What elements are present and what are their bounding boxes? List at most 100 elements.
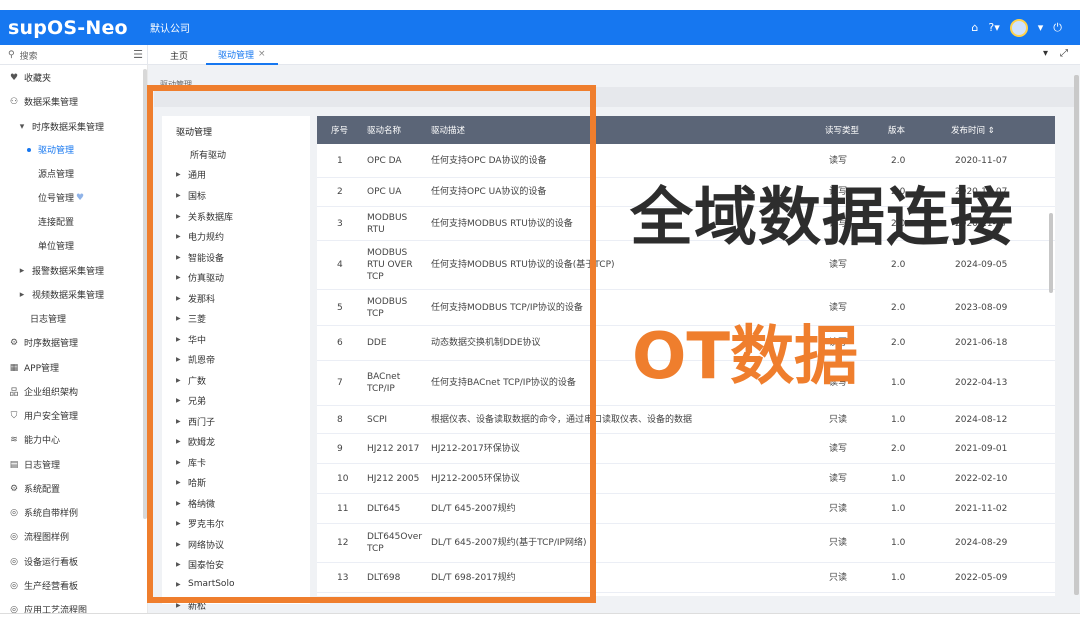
table-row[interactable]: 11 DLT645 DL/T 645-2007规约 只读 1.0 2021-11-02 [317, 494, 1055, 524]
tree-item[interactable]: ▶ 通用 [176, 168, 206, 181]
tree-item[interactable]: ▶ 西门子 [176, 415, 215, 428]
cell-name: DLT698 [367, 572, 401, 583]
tab-home[interactable]: 主页 [168, 45, 190, 65]
tab-label: 主页 [170, 51, 189, 62]
table-row[interactable]: 13 DLT698 DL/T 698-2017规约 只读 1.0 2022-05-09 [317, 563, 1055, 593]
table-scrollbar[interactable] [1049, 213, 1053, 293]
table-row[interactable]: 9 HJ212 2017 HJ212-2017环保协议 读写 2.0 2021-09-01 [317, 434, 1055, 464]
sidebar-item-favorites[interactable]: ♥ 收藏夹 [8, 71, 51, 85]
cell-version: 1.0 [891, 473, 906, 484]
menu-search[interactable]: ⚲ 搜索 ☰ [0, 45, 148, 65]
col-release-date[interactable]: 发布时间 ⇕ [951, 116, 995, 144]
caret-down-icon: ▾ [19, 121, 25, 132]
tab-driver-management[interactable]: 驱动管理 × [206, 45, 278, 65]
sidebar-item-driver-management[interactable]: 驱动管理 [27, 143, 74, 156]
table-row[interactable]: 10 HJ212 2005 HJ212-2005环保协议 读写 1.0 2022-02-1… [317, 464, 1055, 494]
sidebar-item-production-board[interactable]: ◎ 生产经营看板 [8, 579, 78, 593]
expand-icon[interactable]: ⤢ [1060, 48, 1068, 59]
sidebar-item-timeseries-collection[interactable]: ▾ 时序数据采集管理 [16, 120, 104, 134]
sidebar-item-system-config[interactable]: ⚙ 系统配置 [8, 482, 60, 496]
table-row[interactable]: 14 SQL2DB Oracle、SQL Server、MySQL数据库 只读 1.0 2… [317, 593, 1055, 596]
tree-item[interactable]: ▶ 凯恩帝 [176, 353, 215, 366]
tree-item[interactable]: ▶ SmartSolo [176, 579, 234, 589]
sidebar-item-log-management-sub[interactable]: 日志管理 [30, 312, 66, 325]
cell-description: 任何支持MODBUS RTU协议的设备(基于TCP) [431, 260, 615, 270]
tree-item[interactable]: ▶ 发那科 [176, 292, 215, 305]
sidebar-item-timeseries-data[interactable]: ⚙ 时序数据管理 [8, 336, 78, 350]
tree-item[interactable]: ▶ 国泰怡安 [176, 558, 224, 571]
tree-item[interactable]: ▶ 兄弟 [176, 394, 206, 407]
cell-rw-type: 只读 [829, 538, 848, 548]
sidebar-item-equipment-board[interactable]: ◎ 设备运行看板 [8, 555, 78, 569]
sidebar-item-user-security[interactable]: ⛉ 用户安全管理 [8, 409, 78, 423]
tree-item[interactable]: 所有驱动 [190, 148, 226, 161]
sidebar-item-video-collection[interactable]: ▸ 视频数据采集管理 [16, 288, 104, 302]
headline-overlay: 全域数据连接 [630, 181, 1014, 254]
tree-item[interactable]: ▶ 智能设备 [176, 251, 224, 264]
sidebar-item-capability-center[interactable]: ≋ 能力中心 [8, 433, 60, 447]
caret-right-icon: ▶ [176, 520, 181, 527]
top-header: supOS-Neo 默认公司 ⌂ ?▾ ▾ ⏻ [0, 10, 1080, 45]
tree-item[interactable]: ▶ 广数 [176, 374, 206, 387]
tree-item[interactable]: ▶ 仿真驱动 [176, 271, 224, 284]
cell-name: OPC DA [367, 155, 402, 166]
sidebar-item-flowchart-samples[interactable]: ◎ 流程图样例 [8, 530, 69, 544]
sidebar-item-unit-management[interactable]: 单位管理 [38, 239, 74, 252]
help-icon[interactable]: ?▾ [988, 21, 999, 34]
cell-description: 任何支持MODBUS RTU协议的设备 [431, 218, 573, 229]
caret-right-icon: ▶ [176, 213, 181, 220]
sidebar-item-source-management[interactable]: 源点管理 [38, 167, 74, 180]
tree-item[interactable]: ▶ 电力规约 [176, 230, 224, 243]
search-input[interactable]: 搜索 [20, 49, 38, 62]
tree-item-label: SmartSolo [188, 579, 235, 589]
sidebar-item-connection-config[interactable]: 连接配置 [38, 215, 74, 228]
tree-item[interactable]: ▶ 关系数据库 [176, 210, 233, 223]
breadcrumb-bar [154, 87, 1074, 107]
tree-item[interactable]: ▶ 罗克韦尔 [176, 517, 224, 530]
cell-version: 1.0 [891, 503, 906, 514]
tree-item[interactable]: ▶ 网络协议 [176, 538, 224, 551]
tree-item[interactable]: ▶ 库卡 [176, 456, 206, 469]
company-name[interactable]: 默认公司 [138, 20, 190, 35]
table-row[interactable]: 8 SCPI 根据仪表、设备读取数据的命令，通过串口读取仪表、设备的数据 只读 1.0 2… [317, 406, 1055, 434]
page-scrollbar[interactable] [1074, 75, 1079, 595]
tree-item-label: 发那科 [188, 295, 216, 305]
cell-name: MODBUS RTU [367, 212, 408, 235]
tree-item[interactable]: ▶ 格纳微 [176, 497, 215, 510]
driver-category-tree: 驱动管理 所有驱动 ▶ 通用 ▶ 国标 ▶ 关系数据库 ▶ 电力规约 ▶ 智能设备 ▶ 仿真驱动 ▶ 发那科… [162, 116, 321, 612]
cell-index: 13 [337, 572, 349, 583]
avatar[interactable] [1009, 18, 1028, 37]
caret-right-icon: ▸ [19, 289, 25, 300]
power-icon[interactable]: ⏻ [1053, 21, 1062, 35]
sidebar-item-system-samples[interactable]: ◎ 系统自带样例 [8, 506, 78, 520]
tree-item[interactable]: ▶ 欧姆龙 [176, 435, 215, 448]
brand-logo[interactable]: supOS-Neo [0, 17, 138, 39]
sidebar-item-alarm-collection[interactable]: ▸ 报警数据采集管理 [16, 264, 104, 278]
home-icon[interactable]: ⌂ [971, 21, 978, 34]
collapse-menu-icon[interactable]: ☰ [133, 48, 143, 61]
tree-item[interactable]: ▶ 三菱 [176, 312, 206, 325]
tree-item[interactable]: ▶ 新松 [176, 599, 206, 612]
tree-item-label: 凯恩帝 [188, 356, 216, 366]
sidebar-item-data-collection[interactable]: ⚇ 数据采集管理 [8, 95, 78, 109]
chevron-down-icon[interactable]: ▾ [1043, 48, 1048, 59]
close-icon[interactable]: × [258, 49, 266, 59]
tree-item-label: 所有驱动 [190, 151, 227, 161]
table-row[interactable]: 12 DLT645Over TCP DL/T 645-2007规约(基于TCP/IP… [317, 524, 1055, 563]
tree-item[interactable]: ▶ 华中 [176, 333, 206, 346]
sidebar-item-org-structure[interactable]: 品企业组织架构 [8, 385, 78, 398]
tab-tools: ▾ ⤢ [1043, 48, 1068, 59]
sidebar-item-tag-management[interactable]: 位号管理 ♥ [38, 191, 84, 205]
tree-item[interactable]: ▶ 国标 [176, 189, 206, 202]
cell-name: HJ212 2005 [367, 473, 420, 484]
chevron-down-icon[interactable]: ▾ [1038, 21, 1044, 34]
heart-icon[interactable]: ♥ [76, 193, 84, 203]
shield-icon: ⛉ [10, 410, 18, 421]
sidebar-item-app-management[interactable]: ▦ APP管理 [8, 361, 59, 375]
sidebar-item-log-management[interactable]: ▤ 日志管理 [8, 458, 60, 472]
tree-item-label: 华中 [188, 336, 207, 346]
sidebar-scrollbar[interactable] [143, 69, 147, 519]
tree-item[interactable]: ▶ 哈斯 [176, 476, 206, 489]
cell-description: 动态数据交换机制DDE协议 [431, 338, 541, 348]
tree-item-label: 电力规约 [188, 233, 225, 243]
